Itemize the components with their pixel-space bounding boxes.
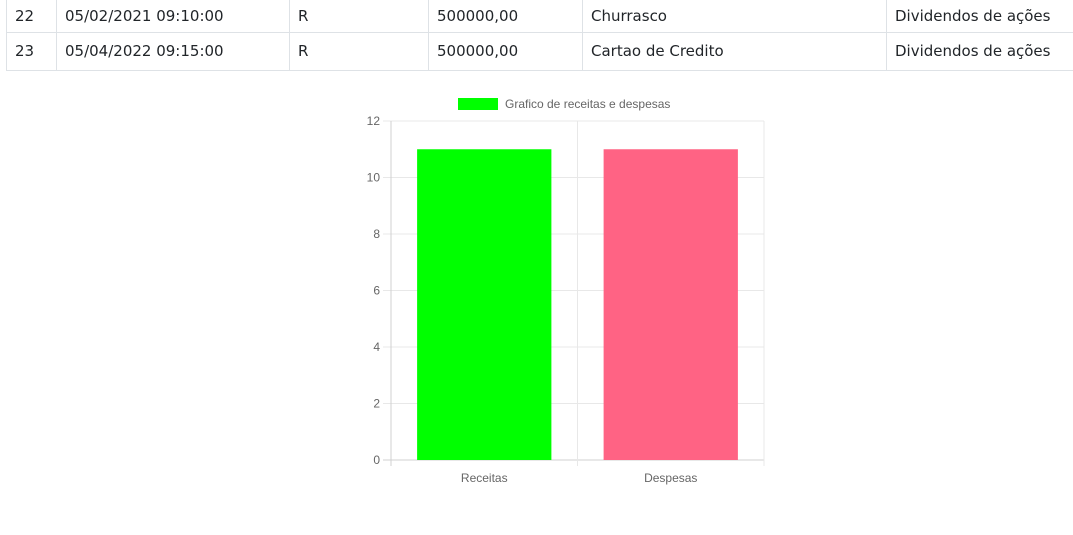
y-tick-label: 4 <box>373 340 380 354</box>
x-tick-label: Despesas <box>644 471 697 485</box>
cell-amount: 500000,00 <box>428 31 583 71</box>
cell-description: Cartao de Credito <box>582 31 887 71</box>
bar-chart-svg: Grafico de receitas e despesas 0 2 4 6 8 10 12… <box>367 97 765 485</box>
y-tick-label: 2 <box>373 397 380 411</box>
cell-category: Dividendos de ações <box>886 0 1073 33</box>
cell-type: R <box>289 31 429 71</box>
y-tick-label: 6 <box>373 284 380 298</box>
y-tick-label: 8 <box>373 227 380 241</box>
bar-despesas[interactable] <box>603 149 738 460</box>
cell-type: R <box>289 0 429 33</box>
x-axis-labels: Receitas Despesas <box>461 471 698 485</box>
x-tick-label: Receitas <box>461 471 508 485</box>
legend-label: Grafico de receitas e despesas <box>505 97 670 111</box>
table-row: 23 05/04/2022 09:15:00 R 500000,00 Carta… <box>6 31 1073 71</box>
records-table: 22 05/02/2021 09:10:00 R 500000,00 Churr… <box>6 0 1073 71</box>
y-tick-label: 0 <box>373 453 380 467</box>
y-tick-label: 12 <box>367 114 381 128</box>
cell-id: 23 <box>6 31 57 71</box>
cell-amount: 500000,00 <box>428 0 583 33</box>
y-tick-label: 10 <box>367 171 381 185</box>
legend-swatch <box>458 98 498 110</box>
y-axis-ticks: 0 2 4 6 8 10 12 <box>367 114 381 467</box>
cell-description: Churrasco <box>582 0 887 33</box>
cell-datetime: 05/02/2021 09:10:00 <box>56 0 290 33</box>
records-table-container: 22 05/02/2021 09:10:00 R 500000,00 Churr… <box>6 0 1073 71</box>
chart-legend[interactable]: Grafico de receitas e despesas <box>458 97 670 111</box>
cell-datetime: 05/04/2022 09:15:00 <box>56 31 290 71</box>
cell-category: Dividendos de ações <box>886 31 1073 71</box>
cell-id: 22 <box>6 0 57 33</box>
income-expense-chart: Grafico de receitas e despesas 0 2 4 6 8 10 12… <box>340 88 780 498</box>
table-row: 22 05/02/2021 09:10:00 R 500000,00 Churr… <box>6 0 1073 33</box>
bar-receitas[interactable] <box>417 149 552 460</box>
